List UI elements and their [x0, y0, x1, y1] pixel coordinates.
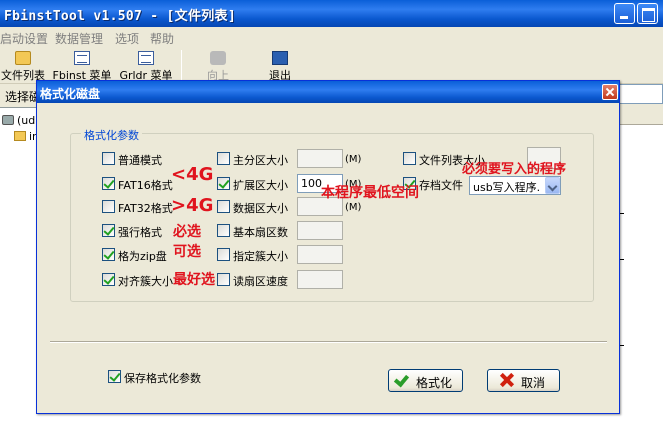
- base-sectors-checkbox[interactable]: [217, 224, 230, 237]
- read-speed-checkbox[interactable]: [217, 273, 230, 286]
- base-sectors-label: 基本扇区数: [233, 226, 288, 239]
- menu-options[interactable]: 选项: [115, 30, 139, 47]
- file-list-size-checkbox[interactable]: [403, 152, 416, 165]
- menu-boot-settings[interactable]: 启动设置: [0, 30, 48, 47]
- up-arrow-icon: [210, 51, 226, 65]
- list-mark: [620, 213, 624, 214]
- file-list-button[interactable]: 文件列表: [0, 46, 46, 84]
- format-disk-dialog: 格式化磁盘 格式化参数 普通模式 FAT16格式 FAT32格式 强行格式 格为…: [36, 80, 620, 414]
- fat32-checkbox[interactable]: [102, 200, 115, 213]
- save-params-checkbox[interactable]: [108, 370, 121, 383]
- archive-file-label: 存档文件: [419, 179, 463, 192]
- fbinst-menu-button[interactable]: Fbinst 菜单: [51, 46, 113, 84]
- annotation-recommended: 最好选: [173, 272, 215, 288]
- annotation-fat16: <4G: [171, 164, 214, 185]
- data-size-unit: (M): [345, 202, 362, 213]
- align-cluster-checkbox[interactable]: [102, 273, 115, 286]
- menu-bar: 启动设置 数据管理 选项 帮助: [0, 27, 663, 46]
- menu-help[interactable]: 帮助: [150, 30, 174, 47]
- cluster-size-checkbox[interactable]: [217, 248, 230, 261]
- maximize-button[interactable]: [637, 3, 658, 24]
- read-speed-field[interactable]: [297, 270, 343, 289]
- list-mark: [620, 259, 624, 260]
- fat32-label: FAT32格式: [118, 202, 173, 215]
- normal-mode-checkbox[interactable]: [102, 152, 115, 165]
- dialog-title-bar: 格式化磁盘: [37, 81, 619, 103]
- window-title: FbinstTool v1.507 - [文件列表]: [4, 9, 236, 24]
- annotation-min-space: 本程序最低空间: [321, 185, 419, 201]
- exit-icon: [272, 51, 288, 65]
- dialog-separator: [50, 341, 607, 343]
- save-params-label: 保存格式化参数: [124, 372, 201, 385]
- dialog-title: 格式化磁盘: [40, 87, 101, 101]
- extended-size-label: 扩展区大小: [233, 179, 288, 192]
- toolbar-separator: [181, 50, 182, 80]
- cancel-button-label: 取消: [521, 376, 546, 390]
- primary-size-unit: (M): [345, 154, 362, 165]
- format-button[interactable]: 格式化: [388, 369, 463, 392]
- force-format-checkbox[interactable]: [102, 224, 115, 237]
- extended-size-checkbox[interactable]: [217, 177, 230, 190]
- data-size-label: 数据区大小: [233, 202, 288, 215]
- fat16-checkbox[interactable]: [102, 177, 115, 190]
- menu-data-management[interactable]: 数据管理: [55, 30, 103, 47]
- close-icon[interactable]: [602, 84, 618, 100]
- annotation-fat32: >4G: [171, 195, 214, 216]
- annotation-must-select: 必选: [173, 224, 201, 240]
- checkmark-icon: [393, 371, 410, 388]
- force-format-label: 强行格式: [118, 226, 162, 239]
- format-button-label: 格式化: [416, 376, 453, 390]
- zip-disk-label: 格为zip盘: [118, 250, 167, 263]
- disk-icon: [2, 115, 14, 125]
- group-title: 格式化参数: [81, 127, 142, 143]
- annotation-optional: 可选: [173, 244, 201, 260]
- data-size-checkbox[interactable]: [217, 200, 230, 213]
- document-icon: [138, 51, 154, 65]
- folder-icon: [14, 131, 26, 141]
- up-button[interactable]: 向上: [198, 46, 238, 84]
- primary-size-checkbox[interactable]: [217, 152, 230, 165]
- main-title-bar: FbinstTool v1.507 - [文件列表]: [0, 0, 663, 27]
- list-mark: [620, 345, 624, 346]
- base-sectors-field[interactable]: [297, 221, 343, 240]
- chevron-down-icon[interactable]: [545, 177, 560, 194]
- toolbar: 文件列表 Fbinst 菜单 Grldr 菜单 向上 退出: [0, 46, 663, 84]
- zip-disk-checkbox[interactable]: [102, 248, 115, 261]
- fat16-label: FAT16格式: [118, 179, 173, 192]
- normal-mode-label: 普通模式: [118, 154, 162, 167]
- folder-icon: [15, 51, 31, 65]
- align-cluster-label: 对齐簇大小: [118, 275, 173, 288]
- grldr-menu-button[interactable]: Grldr 菜单: [117, 46, 175, 84]
- cluster-size-field[interactable]: [297, 245, 343, 264]
- primary-size-label: 主分区大小: [233, 154, 288, 167]
- annotation-must-write: 必须要写入的程序: [462, 162, 567, 177]
- cluster-size-label: 指定簇大小: [233, 250, 288, 263]
- primary-size-field[interactable]: [297, 149, 343, 168]
- cross-icon: [500, 373, 514, 387]
- document-icon: [74, 51, 90, 65]
- read-speed-label: 读扇区速度: [233, 275, 288, 288]
- minimize-button[interactable]: [614, 3, 635, 24]
- cancel-button[interactable]: 取消: [487, 369, 560, 392]
- exit-button[interactable]: 退出: [260, 46, 300, 84]
